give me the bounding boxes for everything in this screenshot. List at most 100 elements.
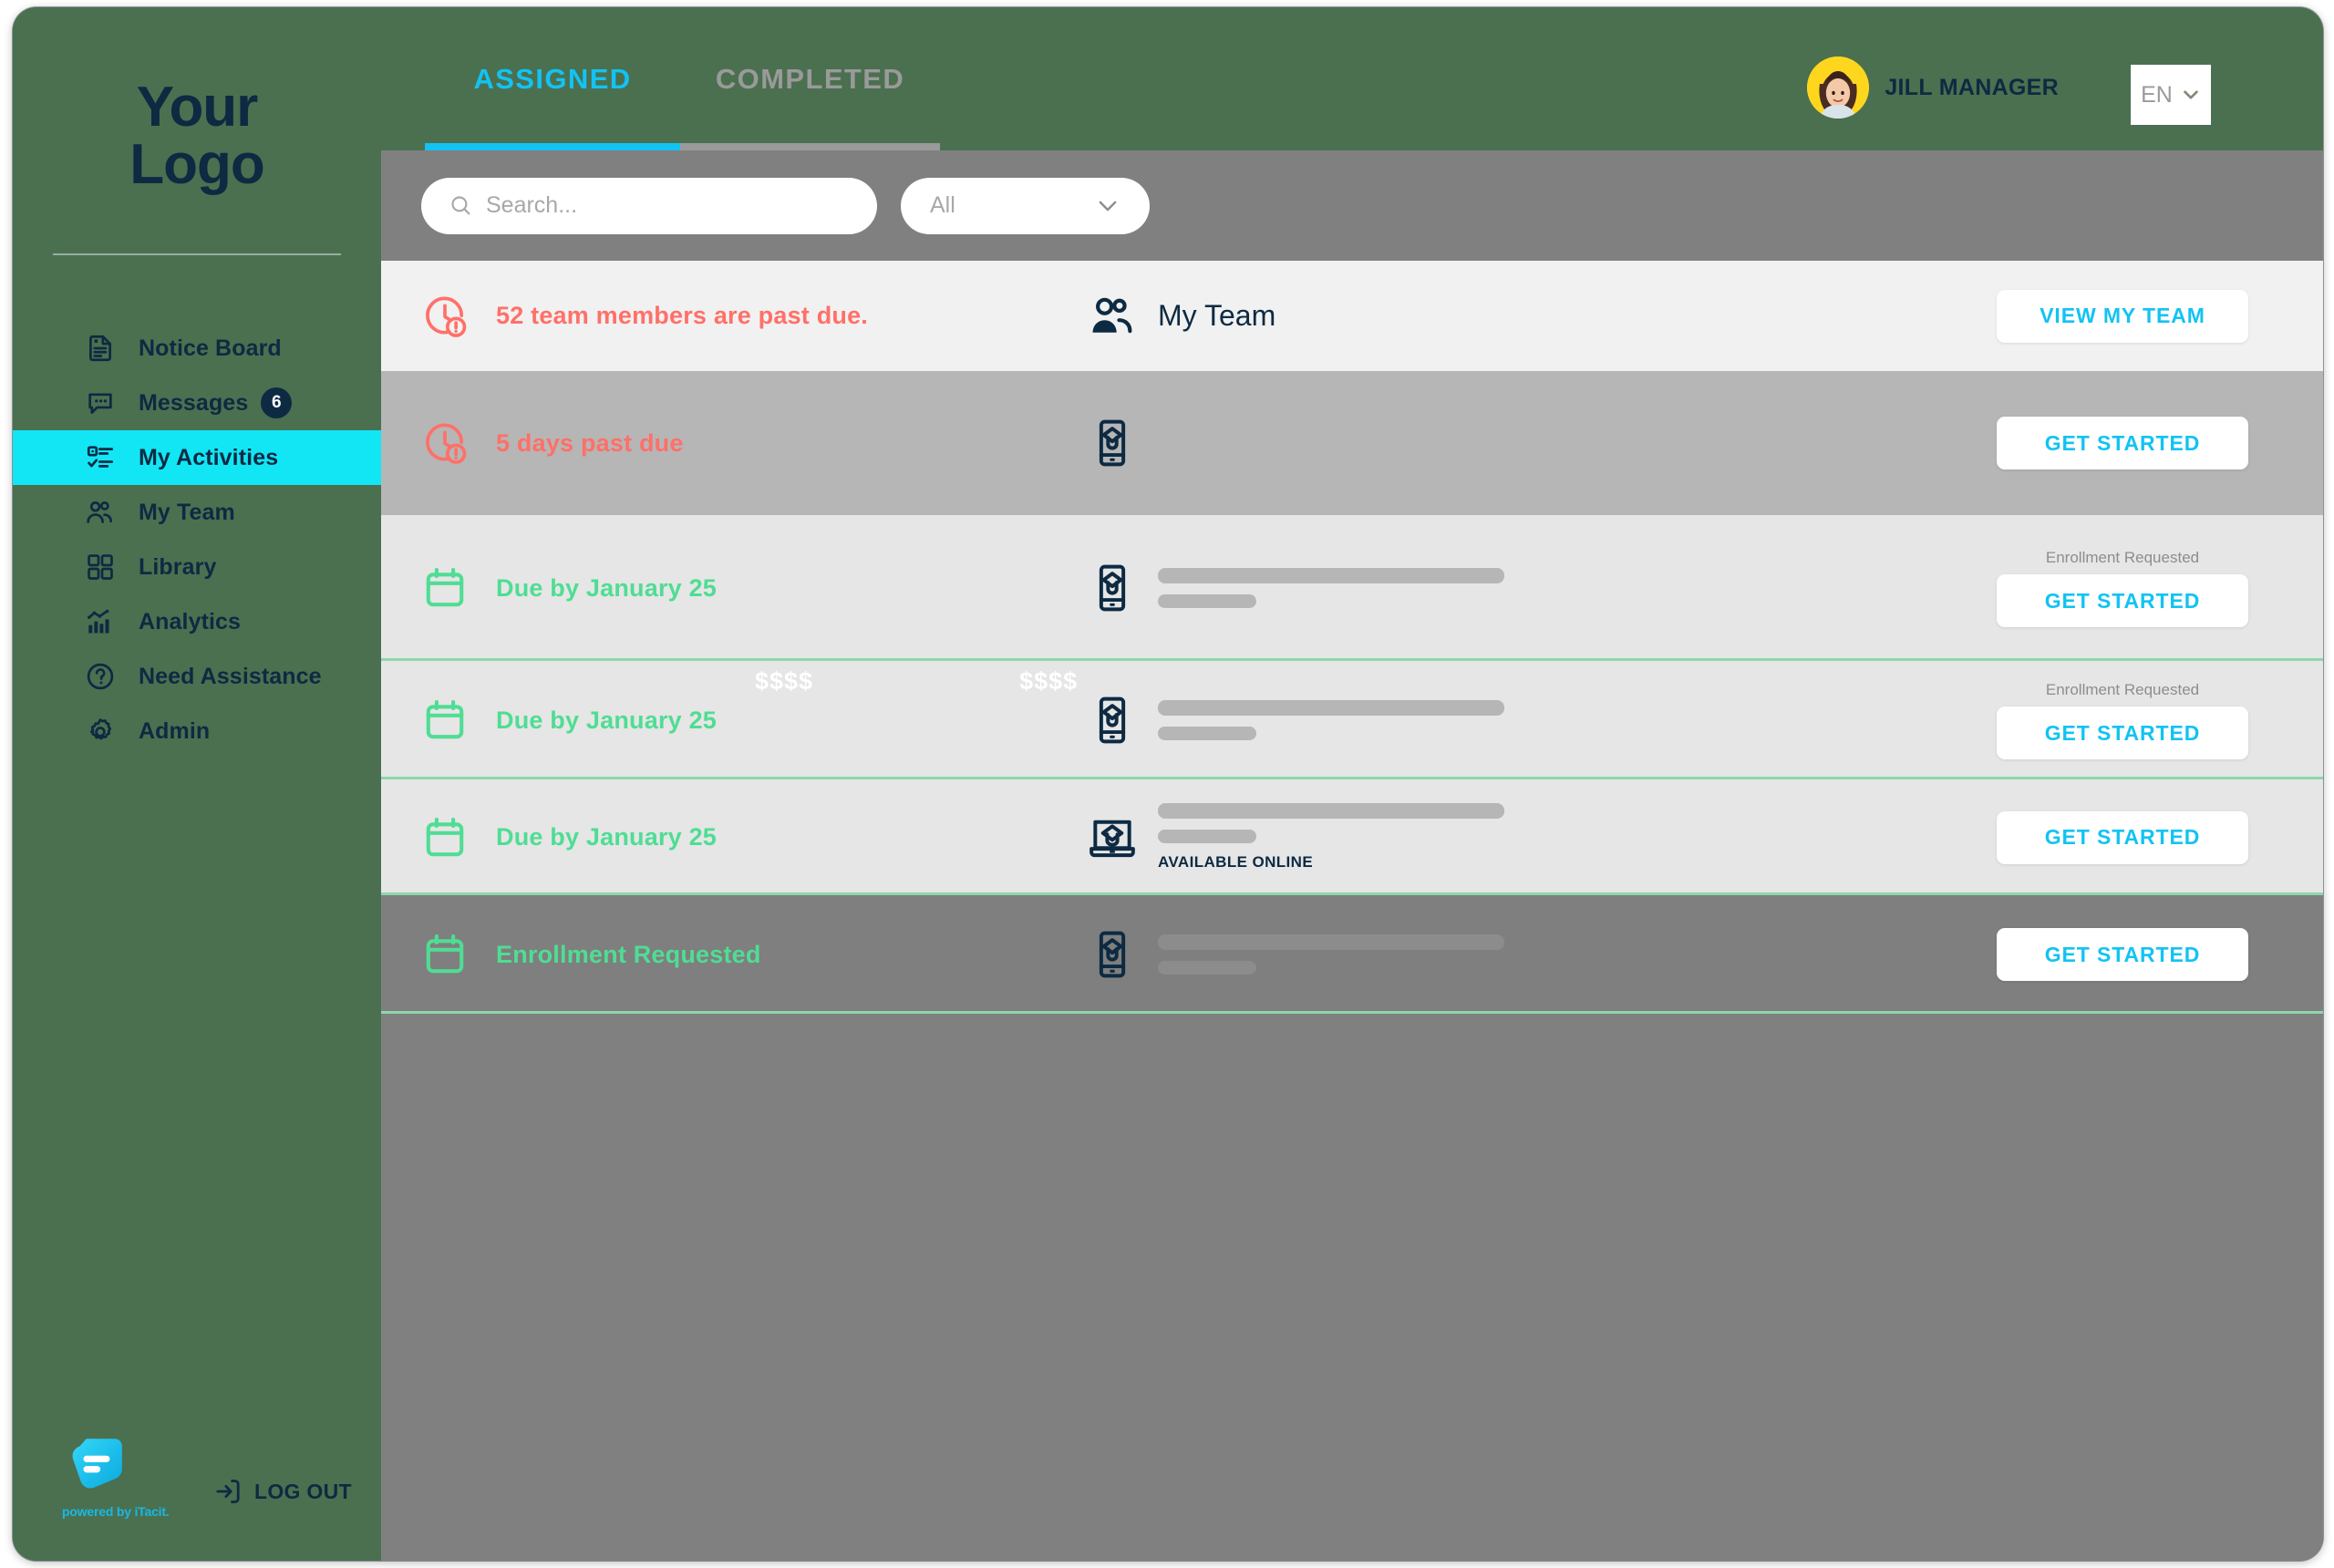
- get-started-button[interactable]: GET STARTED: [1997, 811, 2248, 864]
- user-name: JILL MANAGER: [1885, 75, 2059, 101]
- row-action-cell: Enrollment Requested GET STARTED: [1958, 549, 2323, 627]
- row-action-cell: VIEW MY TEAM: [1958, 290, 2323, 343]
- gear-icon: [84, 715, 117, 748]
- get-started-button[interactable]: GET STARTED: [1997, 417, 2248, 469]
- logout-icon: [213, 1477, 243, 1506]
- app-window: Your Logo Notice Board: [13, 7, 2323, 1561]
- sidebar-item-need-assistance[interactable]: Need Assistance: [13, 649, 381, 704]
- row-course-skeleton: AVAILABLE ONLINE: [1158, 803, 1504, 872]
- avatar: [1807, 57, 1869, 119]
- view-my-team-button[interactable]: VIEW MY TEAM: [1997, 290, 2248, 343]
- search-input[interactable]: [486, 192, 832, 219]
- table-row[interactable]: 52 team members are past due. My Team: [381, 261, 2323, 371]
- search-box[interactable]: [421, 178, 877, 234]
- table-row[interactable]: Due by January 25: [381, 779, 2323, 895]
- calendar-icon: [421, 814, 469, 861]
- sidebar-item-my-team[interactable]: My Team: [13, 485, 381, 540]
- tab-completed-label: COMPLETED: [716, 63, 904, 96]
- row-course-label: My Team: [1158, 299, 1275, 333]
- elearning-laptop-icon: [1087, 812, 1138, 863]
- elearning-device-icon: [1087, 418, 1138, 469]
- chevron-down-icon: [1095, 193, 1121, 219]
- row-status-text: Due by January 25: [496, 707, 717, 735]
- filter-bar: All: [381, 150, 2323, 261]
- get-started-button[interactable]: GET STARTED: [1997, 707, 2248, 759]
- tab-assigned-label: ASSIGNED: [473, 63, 631, 96]
- sidebar-item-admin[interactable]: Admin: [13, 704, 381, 758]
- tab-bar: ASSIGNED COMPLETED: [425, 7, 940, 150]
- powered-by-block: powered by iTacit.: [62, 1433, 190, 1519]
- sidebar-item-label: Library: [139, 554, 216, 581]
- language-selector[interactable]: EN: [2131, 65, 2211, 125]
- row-status-cell: 5 days past due: [421, 419, 1087, 467]
- row-action-cell: GET STARTED: [1958, 811, 2323, 864]
- price-placeholder-2: $$$$: [1019, 667, 1078, 696]
- enrollment-requested-note: Enrollment Requested: [2046, 549, 2199, 567]
- sidebar-nav: Notice Board Messages 6: [13, 321, 381, 758]
- messages-icon: [84, 387, 117, 419]
- price-placeholders: $$$$ $$$$: [381, 667, 2323, 696]
- row-action-cell: GET STARTED: [1958, 928, 2323, 981]
- row-action-cell: GET STARTED: [1958, 417, 2323, 469]
- calendar-icon: [421, 564, 469, 612]
- people-icon: [1087, 291, 1138, 342]
- notice-board-icon: [84, 332, 117, 365]
- sidebar-item-library[interactable]: Library: [13, 540, 381, 594]
- analytics-icon: [84, 605, 117, 638]
- table-row[interactable]: 5 days past due: [381, 371, 2323, 515]
- clock-alert-icon: [421, 419, 469, 467]
- logout-label: LOG OUT: [254, 1480, 352, 1504]
- itacit-logo-icon: [67, 1433, 128, 1493]
- row-status-text: Enrollment Requested: [496, 941, 761, 969]
- brand-logo-line2: Logo: [13, 136, 381, 193]
- table-row[interactable]: Due by January 25: [381, 515, 2323, 661]
- row-status-cell: Due by January 25: [421, 564, 1087, 612]
- sidebar-item-messages[interactable]: Messages 6: [13, 376, 381, 430]
- skeleton-line-primary: [1158, 568, 1504, 583]
- brand-logo: Your Logo: [13, 7, 381, 193]
- sidebar-footer: powered by iTacit. LOG OUT: [13, 1433, 381, 1519]
- language-label: EN: [2141, 82, 2173, 108]
- elearning-device-icon: [1087, 562, 1138, 614]
- activity-list: 52 team members are past due. My Team: [381, 261, 2323, 1014]
- row-status-cell: Due by January 25: [421, 696, 1087, 744]
- topbar: ASSIGNED COMPLETED: [381, 7, 2323, 150]
- avatar-image: [1807, 57, 1869, 119]
- row-course-cell: AVAILABLE ONLINE: [1087, 803, 1958, 872]
- skeleton-line-secondary: [1158, 449, 1256, 463]
- get-started-button[interactable]: GET STARTED: [1997, 574, 2248, 627]
- sidebar-item-my-activities[interactable]: My Activities: [13, 430, 381, 485]
- skeleton-line-primary: [1158, 700, 1504, 716]
- get-started-button[interactable]: GET STARTED: [1997, 928, 2248, 981]
- clock-alert-icon: [421, 293, 469, 340]
- tab-completed-underline: [680, 143, 940, 150]
- tab-completed[interactable]: COMPLETED: [680, 7, 940, 150]
- sidebar-item-notice-board[interactable]: Notice Board: [13, 321, 381, 376]
- help-circle-icon: [84, 660, 117, 693]
- sidebar-item-analytics[interactable]: Analytics: [13, 594, 381, 649]
- messages-badge: 6: [261, 387, 292, 418]
- sidebar-item-label: Messages: [139, 390, 248, 417]
- row-course-skeleton: [1158, 568, 1504, 608]
- row-status-text: 5 days past due: [496, 429, 684, 458]
- row-course-cell: [1087, 929, 1958, 980]
- category-filter-select[interactable]: All: [901, 178, 1150, 234]
- table-row[interactable]: Enrollment Requested: [381, 895, 2323, 1014]
- tab-assigned[interactable]: ASSIGNED: [425, 7, 680, 150]
- sidebar-item-label: My Team: [139, 500, 235, 526]
- skeleton-line-secondary: [1158, 961, 1256, 975]
- row-status-cell: Enrollment Requested: [421, 931, 1087, 978]
- skeleton-line-secondary: [1158, 830, 1256, 843]
- available-online-label: AVAILABLE ONLINE: [1158, 853, 1504, 872]
- row-status-text: 52 team members are past due.: [496, 302, 868, 330]
- main-content: All: [381, 150, 2323, 1561]
- logout-button[interactable]: LOG OUT: [213, 1477, 352, 1506]
- category-filter-value: All: [930, 192, 955, 219]
- user-profile[interactable]: JILL MANAGER: [1807, 57, 2059, 119]
- sidebar-item-label: Need Assistance: [139, 664, 322, 690]
- row-status-cell: Due by January 25: [421, 814, 1087, 861]
- skeleton-line-secondary: [1158, 594, 1256, 608]
- row-course-skeleton: [1158, 700, 1504, 740]
- skeleton-line-primary: [1158, 934, 1504, 950]
- row-course-cell: [1087, 418, 1958, 469]
